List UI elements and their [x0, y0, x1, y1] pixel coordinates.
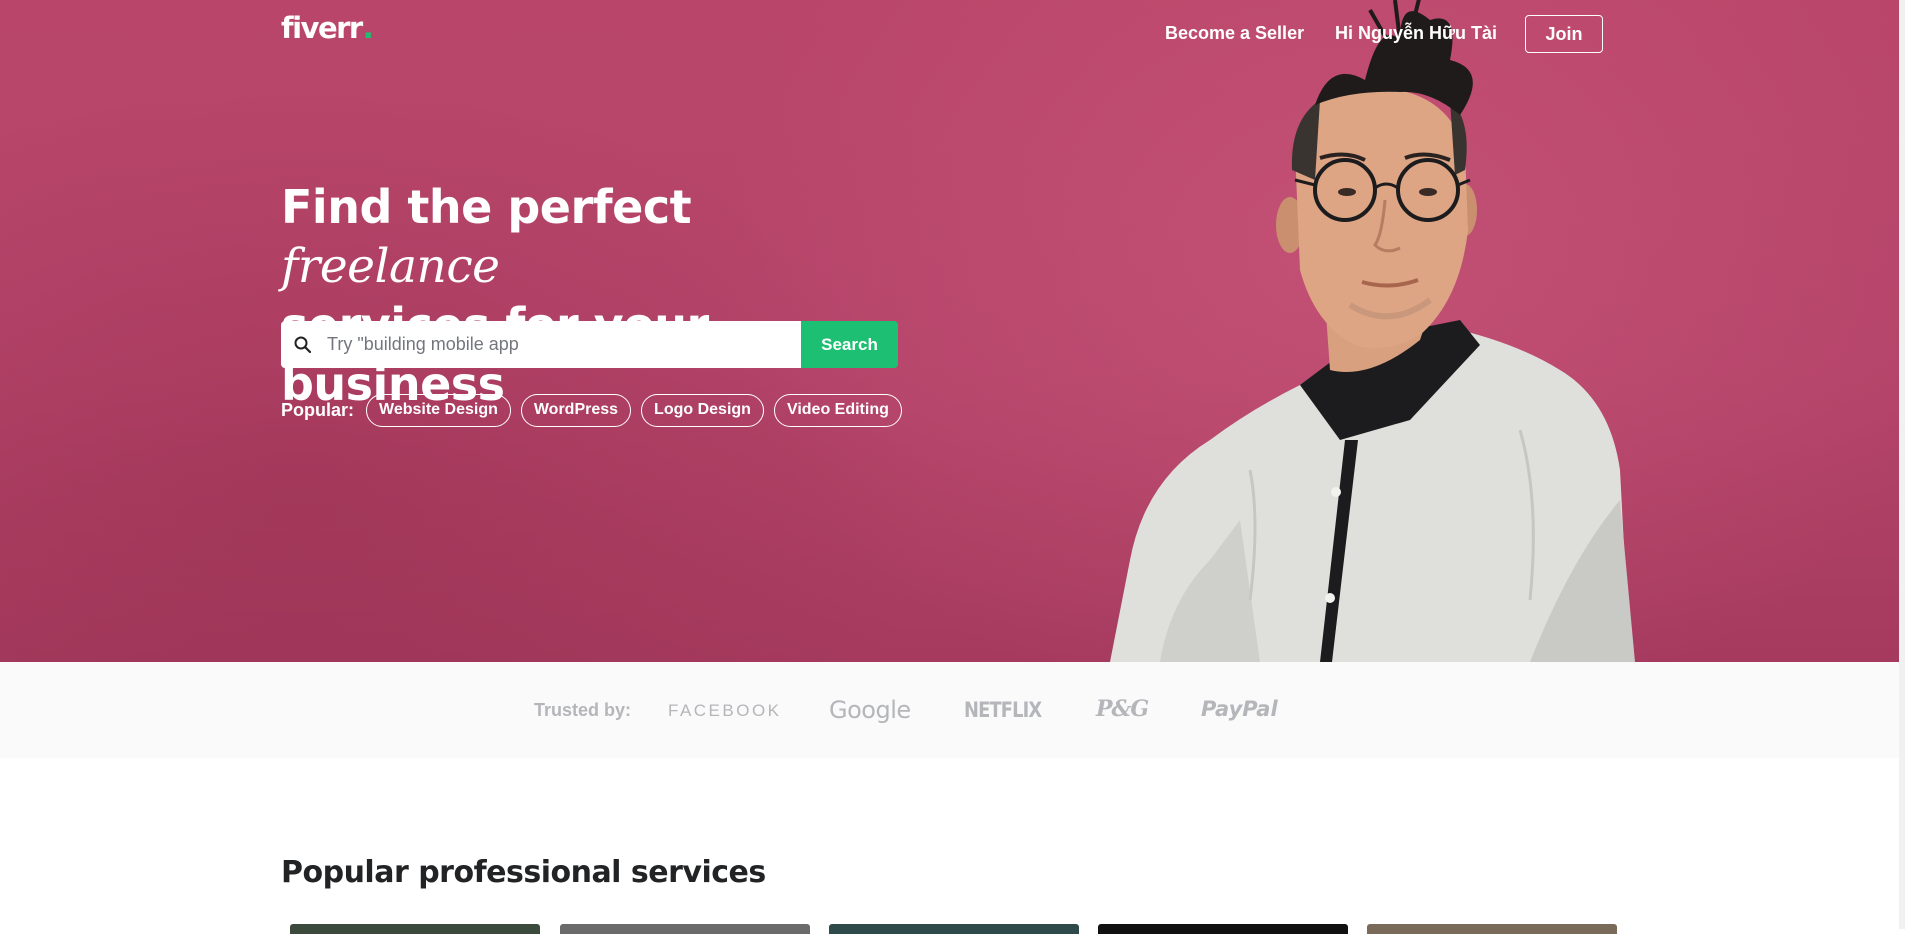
search-input[interactable] — [325, 321, 805, 368]
popular-services-title: Popular professional services — [281, 855, 766, 890]
hero-section: fiverr. Become a Seller Hi Nguyễn Hữu Tà… — [0, 0, 1905, 662]
trusted-by-label: Trusted by: — [534, 700, 632, 720]
popular-label: Popular: — [281, 399, 355, 420]
facebook-logo: FACEBOOK — [668, 701, 782, 720]
hero-headline: Find the perfect freelanceservices for y… — [281, 178, 901, 414]
user-greeting-link[interactable]: Hi Nguyễn Hữu Tài — [1335, 23, 1497, 43]
google-logo: Google — [829, 696, 911, 724]
page-scrollbar[interactable] — [1899, 0, 1905, 929]
search-bar: Search — [281, 321, 898, 368]
headline-part1: Find the perfect — [281, 180, 692, 234]
popular-tag-website-design[interactable]: Website Design — [366, 393, 511, 427]
pg-logo: P&G — [1096, 696, 1149, 722]
popular-tag-video-editing[interactable]: Video Editing — [773, 393, 902, 427]
become-seller-link[interactable]: Become a Seller — [1165, 23, 1304, 43]
netflix-logo: NETFLIX — [964, 698, 1042, 722]
logo-text: fiverr — [281, 11, 363, 45]
logo-dot: . — [362, 11, 374, 45]
popular-tags: Popular: Website Design WordPress Logo D… — [281, 393, 912, 427]
popular-tag-logo-design[interactable]: Logo Design — [641, 393, 764, 427]
join-button[interactable]: Join — [1525, 15, 1603, 53]
trusted-by-bar: Trusted by: FACEBOOK Google NETFLIX P&G … — [0, 662, 1905, 758]
service-card[interactable] — [560, 924, 810, 934]
hero-person-image — [1110, 0, 1635, 662]
search-button[interactable]: Search — [801, 321, 898, 368]
search-icon — [294, 336, 312, 354]
fiverr-logo[interactable]: fiverr. — [281, 11, 374, 45]
headline-italic-word: freelance — [281, 239, 500, 294]
service-card[interactable] — [1098, 924, 1348, 934]
service-card[interactable] — [290, 924, 540, 934]
search-input-wrapper[interactable] — [281, 321, 805, 368]
service-card[interactable] — [1367, 924, 1617, 934]
service-card[interactable] — [829, 924, 1079, 934]
popular-tag-wordpress[interactable]: WordPress — [520, 393, 632, 427]
paypal-logo: PayPal — [1201, 697, 1278, 721]
